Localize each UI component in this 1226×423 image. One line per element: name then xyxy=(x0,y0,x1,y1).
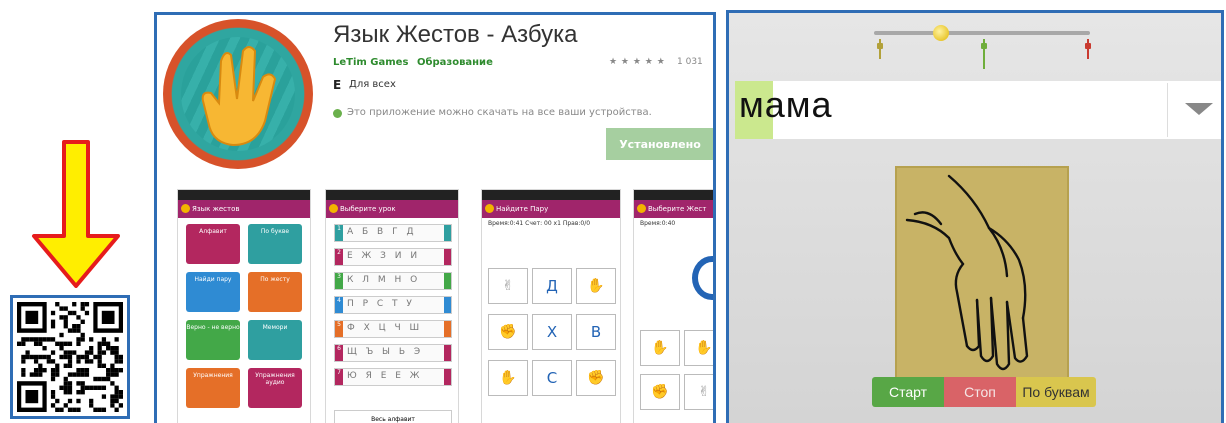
rating-count: 1 031 xyxy=(677,57,703,67)
lesson-number: 3 xyxy=(335,273,343,289)
control-buttons: Старт Стоп По буквам xyxy=(872,377,1096,407)
hand-icon: ✋ xyxy=(587,278,605,294)
word-text: мама xyxy=(739,84,833,125)
speed-slider-knob[interactable] xyxy=(933,25,949,41)
game-stats: Время:0:40 xyxy=(640,220,676,227)
letter-card[interactable]: С xyxy=(532,360,572,396)
status-bar xyxy=(634,190,713,200)
by-letters-button[interactable]: По буквам xyxy=(1016,377,1096,407)
hand-icon: ✊ xyxy=(587,370,605,386)
lesson-row[interactable]: 7 Ю Я Ё Е Ж xyxy=(334,368,452,386)
menu-tile[interactable]: Найди пару xyxy=(186,272,240,312)
letter-card[interactable]: В xyxy=(576,314,616,350)
chevron-right-icon xyxy=(444,249,451,265)
lesson-number: 2 xyxy=(335,249,343,265)
lesson-number: 7 xyxy=(335,369,343,385)
lesson-letters: Е Ж З И Й xyxy=(347,251,421,261)
lesson-row[interactable]: 3 К Л М Н О xyxy=(334,272,452,290)
hand-sign-icon xyxy=(201,46,277,147)
letter-card[interactable]: Д xyxy=(532,268,572,304)
hand-sign-card[interactable]: ✊ xyxy=(488,314,528,350)
hand-sign-card[interactable]: ✌ xyxy=(488,268,528,304)
lesson-number: 6 xyxy=(335,345,343,361)
rating-stars: ★ ★ ★ ★ ★ xyxy=(609,57,666,67)
age-rating-icon: E xyxy=(333,78,342,92)
all-alphabet-button[interactable]: Весь алфавит xyxy=(334,410,452,423)
lesson-row[interactable]: 1 А Б В Г Д xyxy=(334,224,452,242)
screenshot-main-menu[interactable]: Язык жестов Алфавит По букве Найди пару По … xyxy=(177,189,311,423)
installed-button[interactable]: Установлено xyxy=(606,128,713,160)
game-stats: Время:0:41 Счет: 00 x1 Прав:0/0 xyxy=(488,220,591,227)
letter-card[interactable]: Х xyxy=(532,314,572,350)
lesson-row[interactable]: 6 Щ Ъ Ы Ь Э xyxy=(334,344,452,362)
lesson-row[interactable]: 4 П Р С Т У xyxy=(334,296,452,314)
lesson-letters: П Р С Т У xyxy=(347,299,415,309)
status-bar xyxy=(178,190,310,200)
menu-tile[interactable]: Мемори xyxy=(248,320,302,360)
menu-tile[interactable]: Упражнения xyxy=(186,368,240,408)
marker-pin-yellow xyxy=(879,39,881,59)
hand-icon: ✌ xyxy=(502,278,514,294)
stop-button[interactable]: Стоп xyxy=(944,377,1016,407)
menu-tile[interactable]: Алфавит xyxy=(186,224,240,264)
down-arrow-icon xyxy=(32,140,120,288)
app-icon[interactable] xyxy=(163,19,313,169)
chevron-right-icon xyxy=(444,273,451,289)
chevron-right-icon xyxy=(444,321,451,337)
hand-sign-card[interactable]: ✋ xyxy=(488,360,528,396)
screen-header: Язык жестов xyxy=(178,200,310,218)
start-button[interactable]: Старт xyxy=(872,377,944,407)
menu-tile[interactable]: По букве xyxy=(248,224,302,264)
lesson-row[interactable]: 2 Е Ж З И Й xyxy=(334,248,452,266)
chevron-right-icon xyxy=(444,225,451,241)
lesson-letters: К Л М Н О xyxy=(347,275,421,285)
menu-tile[interactable]: По жесту xyxy=(248,272,302,312)
lesson-letters: А Б В Г Д xyxy=(347,227,417,237)
screen-header: Найдите Пару xyxy=(482,200,620,218)
lesson-letters: Ю Я Ё Е Ж xyxy=(347,371,423,381)
screenshot-find-pair[interactable]: Найдите Пару Время:0:41 Счет: 00 x1 Прав… xyxy=(481,189,621,423)
info-icon xyxy=(333,109,342,118)
age-rating: Для всех xyxy=(349,79,396,90)
screen-header: Выберите урок xyxy=(326,200,458,218)
hand-icon: ✊ xyxy=(499,324,517,340)
menu-tile[interactable]: Верно - не верно xyxy=(186,320,240,360)
lesson-letters: Ф Х Ц Ч Ш xyxy=(347,323,423,333)
qr-code[interactable] xyxy=(17,302,123,412)
sign-image-card xyxy=(895,166,1069,390)
status-bar xyxy=(326,190,458,200)
speed-slider-track[interactable] xyxy=(874,31,1090,35)
lesson-number: 5 xyxy=(335,321,343,337)
chevron-down-icon[interactable] xyxy=(1185,103,1213,115)
qr-code-frame xyxy=(10,295,130,419)
hand-sign-drawing xyxy=(905,174,1029,371)
app-store-panel: Язык Жестов - Азбука LeTim Games Образов… xyxy=(154,12,716,423)
screenshot-lessons[interactable]: Выберите урок 1 А Б В Г Д 2 Е Ж З И Й 3 К Л М… xyxy=(325,189,459,423)
hand-sign-card[interactable]: ✋ xyxy=(576,268,616,304)
category-link[interactable]: Образование xyxy=(417,57,493,68)
hand-icon: ✋ xyxy=(499,370,517,386)
chevron-right-icon xyxy=(444,369,451,385)
screenshot-choose-sign[interactable]: Выберите Жест Время:0:40 ✋ ✋ ✊ ✌ xyxy=(633,189,713,423)
hand-sign-card[interactable]: ✊ xyxy=(576,360,616,396)
lesson-number: 1 xyxy=(335,225,343,241)
lesson-row[interactable]: 5 Ф Х Ц Ч Ш xyxy=(334,320,452,338)
app-title: Язык Жестов - Азбука xyxy=(333,21,578,48)
chevron-right-icon xyxy=(444,345,451,361)
lesson-number: 4 xyxy=(335,297,343,313)
game-screen: мама Старт Стоп По буквам xyxy=(726,10,1224,423)
availability-text: Это приложение можно скачать на все ваши… xyxy=(347,107,652,118)
screen-header: Выберите Жест xyxy=(634,200,713,218)
menu-tile[interactable]: Упражнения аудио xyxy=(248,368,302,408)
lesson-letters: Щ Ъ Ы Ь Э xyxy=(347,347,424,357)
status-bar xyxy=(482,190,620,200)
developer-link[interactable]: LeTim Games xyxy=(333,57,408,68)
marker-pin-red xyxy=(1087,39,1089,59)
chevron-right-icon xyxy=(444,297,451,313)
